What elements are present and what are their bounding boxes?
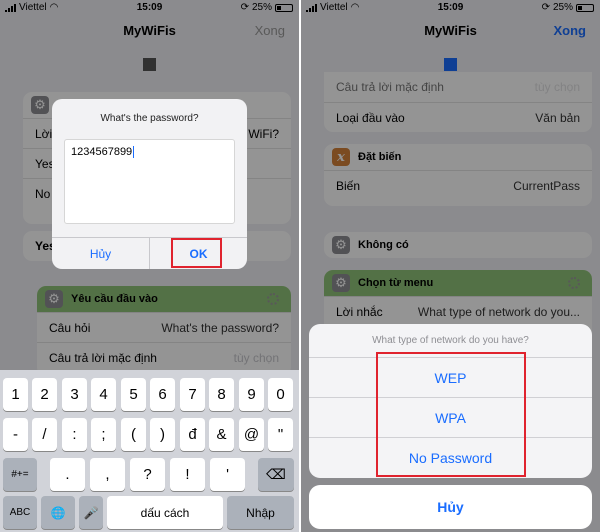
backspace-icon[interactable]: ⌫ bbox=[258, 458, 294, 491]
password-input[interactable]: 1234567899 bbox=[64, 139, 235, 224]
abc-key[interactable]: ABC bbox=[3, 496, 37, 529]
ok-highlight-box bbox=[171, 238, 222, 268]
symbols-toggle-key[interactable]: #+= bbox=[3, 458, 37, 491]
key-1[interactable]: 1 bbox=[3, 378, 28, 411]
key-semicolon[interactable]: ; bbox=[91, 418, 116, 451]
left-phone-screen: Viettel ◠ 15:09 ⟳ 25% MyWiFis Xong ⚙ Lời… bbox=[0, 0, 299, 532]
globe-icon[interactable]: 🌐 bbox=[41, 496, 75, 529]
key-period[interactable]: . bbox=[50, 458, 85, 491]
options-highlight-box bbox=[376, 352, 526, 477]
alert-title: What's the password? bbox=[100, 113, 199, 124]
key-comma[interactable]: , bbox=[90, 458, 125, 491]
key-3[interactable]: 3 bbox=[62, 378, 87, 411]
key-quote[interactable]: " bbox=[268, 418, 293, 451]
key-6[interactable]: 6 bbox=[150, 378, 175, 411]
text-caret bbox=[133, 146, 135, 159]
space-key[interactable]: dấu cách bbox=[107, 496, 223, 529]
return-key[interactable]: Nhập bbox=[227, 496, 294, 529]
key-5[interactable]: 5 bbox=[121, 378, 146, 411]
password-input-value: 1234567899 bbox=[71, 146, 133, 158]
key-exclamation[interactable]: ! bbox=[170, 458, 205, 491]
key-apostrophe[interactable]: ' bbox=[210, 458, 245, 491]
key-4[interactable]: 4 bbox=[91, 378, 116, 411]
keyboard: 1 2 3 4 5 6 7 8 9 0 - / : ; ( ) đ & @ " … bbox=[0, 370, 299, 532]
cancel-button[interactable]: Hủy bbox=[52, 238, 149, 269]
key-question[interactable]: ? bbox=[130, 458, 165, 491]
key-close-paren[interactable]: ) bbox=[150, 418, 175, 451]
key-7[interactable]: 7 bbox=[180, 378, 205, 411]
microphone-icon[interactable]: 🎤 bbox=[79, 496, 103, 529]
key-9[interactable]: 9 bbox=[239, 378, 264, 411]
key-dash[interactable]: - bbox=[3, 418, 28, 451]
key-dong[interactable]: đ bbox=[180, 418, 205, 451]
key-open-paren[interactable]: ( bbox=[121, 418, 146, 451]
sheet-cancel-button[interactable]: Hủy bbox=[309, 485, 592, 529]
key-2[interactable]: 2 bbox=[32, 378, 57, 411]
key-at[interactable]: @ bbox=[239, 418, 264, 451]
key-colon[interactable]: : bbox=[62, 418, 87, 451]
key-ampersand[interactable]: & bbox=[209, 418, 234, 451]
key-0[interactable]: 0 bbox=[268, 378, 293, 411]
right-phone-screen: Viettel ◠ 15:09 ⟳ 25% MyWiFis Xong Câu t… bbox=[301, 0, 600, 532]
key-8[interactable]: 8 bbox=[209, 378, 234, 411]
key-slash[interactable]: / bbox=[32, 418, 57, 451]
